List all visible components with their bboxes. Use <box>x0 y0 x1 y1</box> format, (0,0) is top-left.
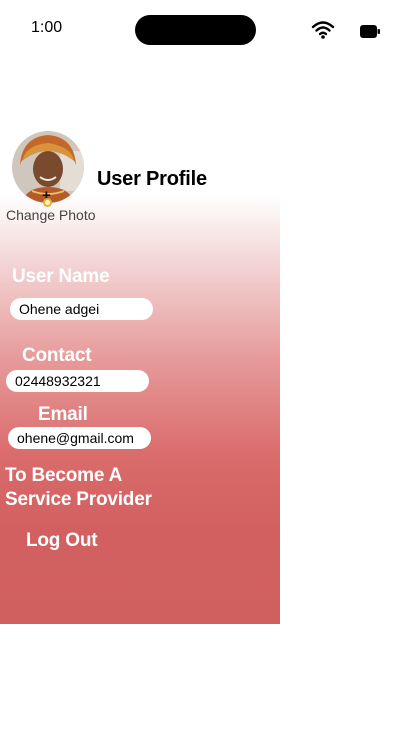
contact-label: Contact <box>22 345 92 366</box>
become-provider-line1: To Become A <box>5 465 123 486</box>
contact-input[interactable] <box>6 370 149 392</box>
user-name-label: User Name <box>12 266 110 287</box>
email-input[interactable] <box>8 427 151 449</box>
wifi-icon <box>311 21 335 39</box>
become-provider-line2: Service Provider <box>5 489 152 510</box>
status-bar: 1:00 <box>0 0 414 60</box>
battery-icon <box>360 25 380 38</box>
email-label: Email <box>38 404 88 425</box>
camera-badge-icon[interactable] <box>43 198 52 207</box>
change-photo-link[interactable]: Change Photo <box>6 207 96 223</box>
user-name-input[interactable] <box>10 298 153 320</box>
status-time: 1:00 <box>31 19 63 36</box>
dynamic-island <box>135 15 256 45</box>
become-service-provider-link[interactable]: To Become A Service Provider <box>5 464 152 512</box>
logout-button[interactable]: Log Out <box>26 529 98 553</box>
page-title: User Profile <box>97 168 207 190</box>
